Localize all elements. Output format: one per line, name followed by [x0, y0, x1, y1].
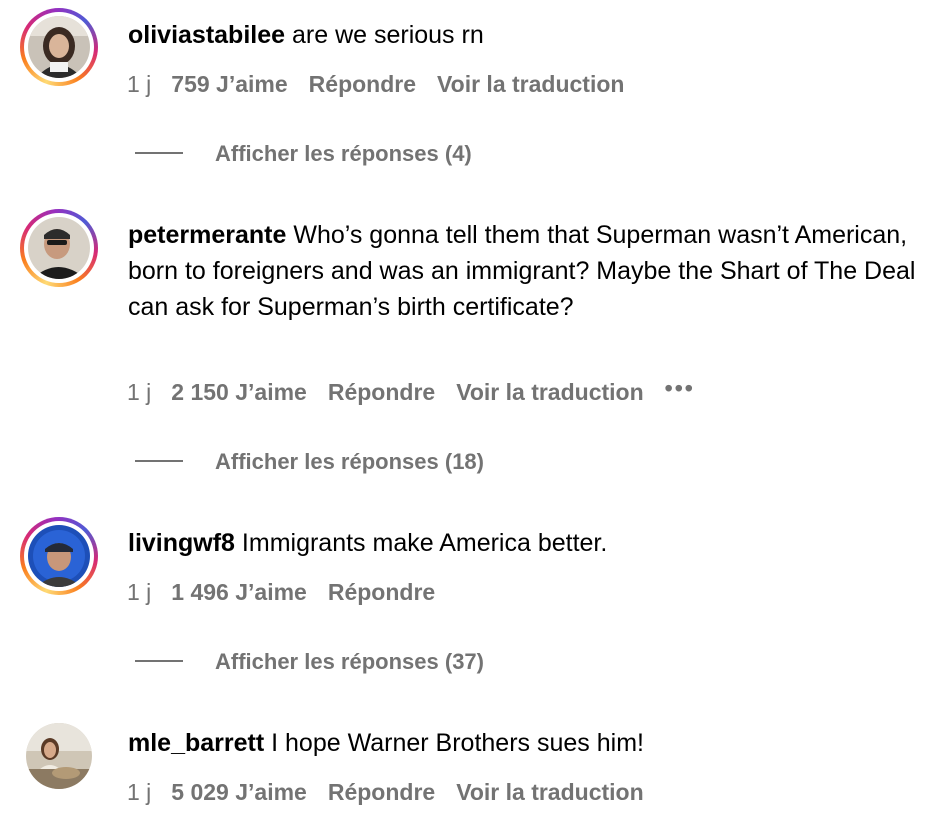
more-options-icon[interactable]: ••• [665, 373, 695, 403]
comment-text: are we serious rn [291, 21, 484, 49]
avatar-photo [26, 723, 92, 789]
reply-button[interactable]: Répondre [328, 577, 435, 607]
avatar[interactable] [20, 717, 98, 795]
avatar[interactable] [20, 209, 98, 287]
avatar-photo [28, 217, 90, 279]
timestamp: 1 j [127, 579, 152, 605]
likes-count[interactable]: 5 029 J’aime [171, 777, 307, 807]
username[interactable]: mle_barrett [128, 729, 264, 757]
username[interactable]: petermerante [128, 221, 286, 249]
comment-text: Immigrants make America better. [241, 529, 608, 557]
divider-line [135, 460, 183, 463]
view-replies-button[interactable]: Afficher les réponses (18) [135, 447, 484, 477]
view-replies-button[interactable]: Afficher les réponses (37) [135, 647, 484, 677]
view-replies-label: Afficher les réponses (4) [215, 141, 472, 166]
comment-text: I hope Warner Brothers sues him! [271, 729, 644, 757]
view-replies-label: Afficher les réponses (37) [215, 649, 484, 674]
likes-count[interactable]: 1 496 J’aime [171, 577, 307, 607]
avatar-photo [28, 16, 90, 78]
translate-button[interactable]: Voir la traduction [456, 777, 643, 807]
reply-button[interactable]: Répondre [328, 777, 435, 807]
reply-button[interactable]: Répondre [328, 377, 435, 407]
avatar[interactable] [20, 8, 98, 86]
timestamp: 1 j [127, 379, 152, 405]
username[interactable]: livingwf8 [128, 529, 235, 557]
likes-count[interactable]: 2 150 J’aime [171, 377, 307, 407]
translate-button[interactable]: Voir la traduction [437, 69, 624, 99]
reply-button[interactable]: Répondre [309, 69, 416, 99]
timestamp: 1 j [127, 779, 152, 805]
divider-line [135, 152, 183, 155]
avatar[interactable] [20, 517, 98, 595]
avatar-photo [28, 525, 90, 587]
translate-button[interactable]: Voir la traduction [456, 377, 643, 407]
username[interactable]: oliviastabilee [128, 21, 285, 49]
timestamp: 1 j [127, 71, 152, 97]
view-replies-button[interactable]: Afficher les réponses (4) [135, 139, 472, 169]
likes-count[interactable]: 759 J’aime [171, 69, 287, 99]
divider-line [135, 660, 183, 663]
view-replies-label: Afficher les réponses (18) [215, 449, 484, 474]
